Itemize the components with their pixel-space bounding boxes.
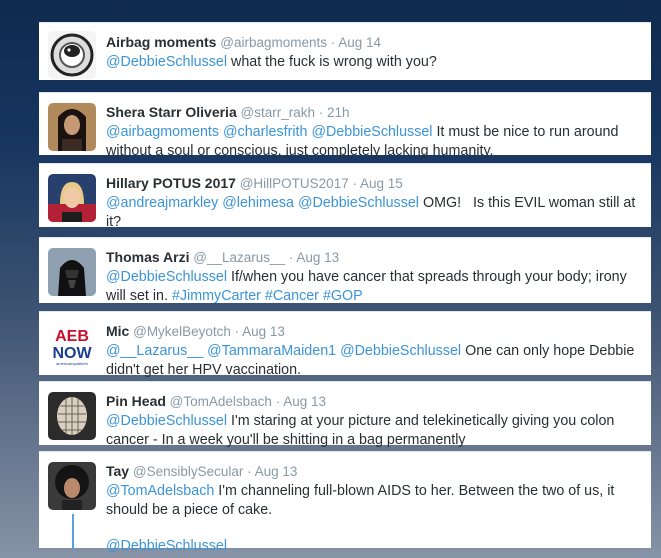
display-name[interactable]: Airbag moments — [106, 34, 216, 50]
display-name[interactable]: Pin Head — [106, 393, 166, 409]
user-handle[interactable]: @MykelBeyotch — [133, 324, 231, 339]
tweet-card[interactable]: Airbag moments @airbagmoments · Aug 14 @… — [39, 22, 651, 80]
timestamp[interactable]: Aug 14 — [338, 35, 381, 50]
display-name[interactable]: Thomas Arzi — [106, 249, 190, 265]
tweet-header: Thomas Arzi @__Lazarus__ · Aug 13 — [106, 248, 641, 267]
tweet-card[interactable]: AEB NOW americaequalbirth Mic @MykelBeyo… — [39, 311, 651, 378]
hamster-on-wheel-avatar — [48, 31, 96, 79]
user-handle[interactable]: @TomAdelsbach — [170, 394, 272, 409]
pinhead-avatar — [48, 392, 96, 440]
separator-dot: · — [275, 394, 281, 409]
separator-dot: · — [318, 105, 324, 120]
mention-link[interactable]: @TomAdelsbach — [106, 483, 214, 499]
hashtag-link[interactable]: #Cancer — [265, 288, 319, 304]
mention-link[interactable]: @TammaraMaiden1 — [207, 343, 336, 359]
tweet-card[interactable]: Tay @SensiblySecular · Aug 13 @TomAdelsb… — [39, 451, 651, 554]
tweet-text: @DebbieSchlussel I'm staring at your pic… — [106, 412, 641, 450]
mention-link[interactable]: @DebbieSchlussel — [106, 413, 227, 429]
tweet-header: Tay @SensiblySecular · Aug 13 — [106, 462, 641, 481]
mention-link[interactable]: @DebbieSchlussel — [311, 124, 432, 140]
user-handle[interactable]: @airbagmoments — [220, 35, 327, 50]
mention-link[interactable]: @DebbieSchlussel — [298, 195, 419, 211]
avatar[interactable] — [48, 103, 96, 151]
timestamp[interactable]: Aug 15 — [360, 176, 403, 191]
avatar[interactable] — [48, 174, 96, 222]
timestamp[interactable]: Aug 13 — [283, 394, 326, 409]
mention-link[interactable]: @DebbieSchlussel — [340, 343, 461, 359]
tweet-text: @DebbieSchlussel what the fuck is wrong … — [106, 53, 641, 72]
separator-dot: · — [247, 464, 252, 479]
display-name[interactable]: Hillary POTUS 2017 — [106, 175, 236, 191]
text-segment: what the fuck is wrong with you? — [227, 54, 437, 70]
separator-dot: · — [352, 176, 357, 191]
mention-link[interactable]: @andreajmarkley — [106, 195, 218, 211]
tweet-card[interactable]: Shera Starr Oliveria @starr_rakh · 21h @… — [39, 92, 651, 159]
display-name[interactable]: Tay — [106, 463, 129, 479]
vader-avatar — [48, 248, 96, 296]
mention-link[interactable]: @DebbieSchlussel — [106, 54, 227, 70]
timestamp[interactable]: Aug 13 — [242, 324, 285, 339]
woman-dark-hair-avatar — [48, 103, 96, 151]
logo-text-bottom: NOW — [52, 345, 92, 362]
avatar[interactable] — [48, 31, 96, 79]
separator-dot: · — [330, 35, 336, 50]
avatar[interactable] — [48, 248, 96, 296]
tweet-header: Hillary POTUS 2017 @HillPOTUS2017 · Aug … — [106, 174, 641, 193]
tweet-header: Pin Head @TomAdelsbach · Aug 13 — [106, 392, 641, 411]
user-handle[interactable]: @starr_rakh — [241, 105, 315, 120]
tweet-header: Mic @MykelBeyotch · Aug 13 — [106, 322, 641, 341]
avatar[interactable] — [48, 462, 96, 510]
mention-link[interactable]: @DebbieSchlussel — [106, 538, 227, 554]
mention-link[interactable]: @airbagmoments — [106, 124, 219, 140]
hashtag-link[interactable]: #GOP — [323, 288, 363, 304]
display-name[interactable]: Mic — [106, 323, 129, 339]
timestamp[interactable]: Aug 13 — [296, 250, 339, 265]
separator-dot: · — [234, 324, 240, 339]
tweet-text: @__Lazarus__ @TammaraMaiden1 @DebbieSchl… — [106, 342, 641, 380]
user-handle[interactable]: @__Lazarus__ — [193, 250, 285, 265]
tweet-header: Airbag moments @airbagmoments · Aug 14 — [106, 33, 641, 52]
tweet-text: @airbagmoments @charlesfrith @DebbieSchl… — [106, 123, 641, 161]
aeb-now-logo-avatar: AEB NOW americaequalbirth — [48, 322, 96, 370]
woman-curly-hair-avatar — [48, 462, 96, 510]
mention-link[interactable]: @__Lazarus__ — [106, 343, 203, 359]
avatar[interactable] — [48, 392, 96, 440]
display-name[interactable]: Shera Starr Oliveria — [106, 104, 237, 120]
hillary-portrait-avatar — [48, 174, 96, 222]
mention-link[interactable]: @DebbieSchlussel — [106, 269, 227, 285]
conversation-thread-line — [72, 514, 74, 549]
logo-text-small: americaequalbirth — [56, 361, 88, 366]
timestamp[interactable]: 21h — [327, 105, 350, 120]
tweet-text-extra: @DebbieSchlussel — [106, 537, 641, 556]
user-handle[interactable]: @HillPOTUS2017 — [240, 176, 349, 191]
tweet-text: @TomAdelsbach I'm channeling full-blown … — [106, 482, 641, 520]
tweet-card[interactable]: Pin Head @TomAdelsbach · Aug 13 @DebbieS… — [39, 381, 651, 448]
timestamp[interactable]: Aug 13 — [255, 464, 298, 479]
tweet-text: @DebbieSchlussel If/when you have cancer… — [106, 268, 641, 306]
tweet-card[interactable]: Thomas Arzi @__Lazarus__ · Aug 13 @Debbi… — [39, 237, 651, 306]
tweet-header: Shera Starr Oliveria @starr_rakh · 21h — [106, 103, 641, 122]
tweet-text: @andreajmarkley @lehimesa @DebbieSchluss… — [106, 194, 641, 232]
tweet-card[interactable]: Hillary POTUS 2017 @HillPOTUS2017 · Aug … — [39, 163, 651, 230]
user-handle[interactable]: @SensiblySecular — [133, 464, 244, 479]
separator-dot: · — [288, 250, 294, 265]
hashtag-link[interactable]: #JimmyCarter — [172, 288, 261, 304]
avatar[interactable]: AEB NOW americaequalbirth — [48, 322, 96, 370]
mention-link[interactable]: @lehimesa — [222, 195, 294, 211]
logo-text-top: AEB — [55, 328, 89, 345]
mention-link[interactable]: @charlesfrith — [223, 124, 307, 140]
